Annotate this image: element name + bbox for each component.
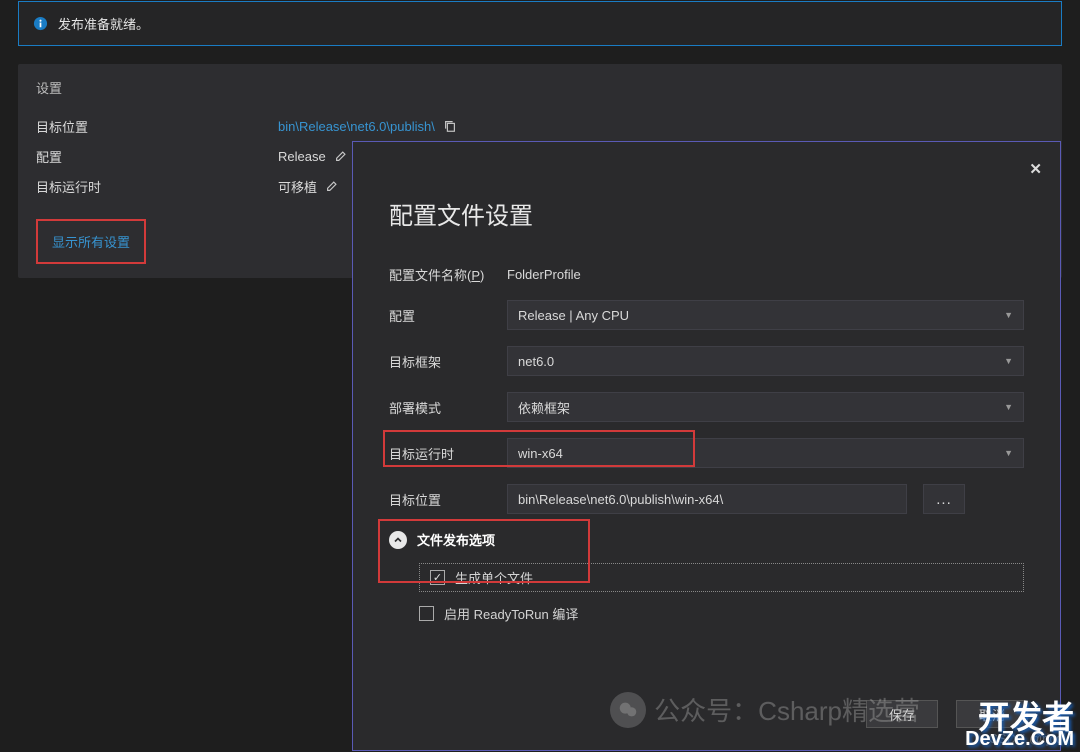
chevron-down-icon: ▼ (1004, 402, 1013, 412)
dialog-button-bar: 保存 取消 (866, 700, 1028, 728)
settings-heading: 设置 (36, 78, 1044, 97)
target-runtime-label: 目标运行时 (389, 444, 507, 463)
browse-button[interactable]: ... (923, 484, 965, 514)
config-value: Release (278, 149, 326, 164)
runtime-value: 可移植 (278, 177, 317, 196)
edit-icon[interactable] (334, 149, 348, 163)
runtime-label: 目标运行时 (36, 177, 278, 196)
config-label: 配置 (36, 147, 278, 166)
target-runtime-value: win-x64 (518, 446, 563, 461)
config-row: 配置 Release | Any CPU ▼ (389, 300, 1024, 330)
deploy-mode-dropdown[interactable]: 依赖框架 ▼ (507, 392, 1024, 422)
deploy-mode-row: 部署模式 依赖框架 ▼ (389, 392, 1024, 422)
target-location-value[interactable]: bin\Release\net6.0\publish\ (278, 119, 435, 134)
ready-to-run-row: 启用 ReadyToRun 编译 (419, 604, 1024, 623)
target-location-label: 目标位置 (36, 117, 278, 136)
chevron-down-icon: ▼ (1004, 356, 1013, 366)
profile-settings-dialog: ✕ 配置文件设置 配置文件名称(P) FolderProfile 配置 Rele… (352, 141, 1061, 751)
config-dd-label: 配置 (389, 306, 507, 325)
target-framework-dropdown[interactable]: net6.0 ▼ (507, 346, 1024, 376)
deploy-mode-label: 部署模式 (389, 398, 507, 417)
config-dropdown[interactable]: Release | Any CPU ▼ (507, 300, 1024, 330)
target-location-row: 目标位置 bin\Release\net6.0\publish\win-x64\… (389, 484, 1024, 514)
target-location-label: 目标位置 (389, 490, 507, 509)
profile-name-key: P (471, 268, 480, 283)
target-fw-label: 目标框架 (389, 352, 507, 371)
target-runtime-dropdown[interactable]: win-x64 ▼ (507, 438, 1024, 468)
chevron-down-icon: ▼ (1004, 448, 1013, 458)
show-all-settings-highlight: 显示所有设置 (36, 219, 146, 264)
deploy-mode-value: 依赖框架 (518, 398, 570, 417)
file-publish-options-header[interactable]: 文件发布选项 (389, 530, 1024, 549)
target-framework-row: 目标框架 net6.0 ▼ (389, 346, 1024, 376)
single-file-row: 生成单个文件 (419, 563, 1024, 592)
cancel-button[interactable]: 取消 (956, 700, 1028, 728)
target-location-input[interactable]: bin\Release\net6.0\publish\win-x64\ (507, 484, 907, 514)
publish-ready-notification: 发布准备就绪。 (18, 1, 1062, 46)
chevron-down-icon: ▼ (1004, 310, 1013, 320)
notification-text: 发布准备就绪。 (58, 14, 149, 33)
profile-name-row: 配置文件名称(P) FolderProfile (389, 265, 1024, 284)
show-all-settings-link[interactable]: 显示所有设置 (52, 235, 130, 250)
target-location-row: 目标位置 bin\Release\net6.0\publish\ (36, 111, 1044, 141)
edit-icon[interactable] (325, 179, 339, 193)
profile-name-label: 配置文件名称(P) (389, 265, 507, 284)
ready-to-run-label: 启用 ReadyToRun 编译 (444, 604, 578, 623)
dialog-title: 配置文件设置 (389, 196, 1024, 231)
ready-to-run-checkbox[interactable] (419, 606, 434, 621)
chevron-up-icon (389, 531, 407, 549)
target-location-text: bin\Release\net6.0\publish\win-x64\ (518, 492, 723, 507)
copy-icon[interactable] (443, 119, 457, 133)
profile-name-label-post: ) (480, 268, 484, 283)
close-icon[interactable]: ✕ (1029, 160, 1042, 178)
info-icon (33, 16, 48, 31)
target-runtime-row: 目标运行时 win-x64 ▼ (389, 438, 1024, 468)
target-fw-value: net6.0 (518, 354, 554, 369)
profile-name-label-pre: 配置文件名称( (389, 268, 471, 283)
single-file-label: 生成单个文件 (455, 568, 533, 587)
config-dd-value: Release | Any CPU (518, 308, 629, 323)
single-file-checkbox[interactable] (430, 570, 445, 585)
file-publish-options-label: 文件发布选项 (417, 530, 495, 549)
profile-name-value: FolderProfile (507, 267, 581, 282)
save-button[interactable]: 保存 (866, 700, 938, 728)
